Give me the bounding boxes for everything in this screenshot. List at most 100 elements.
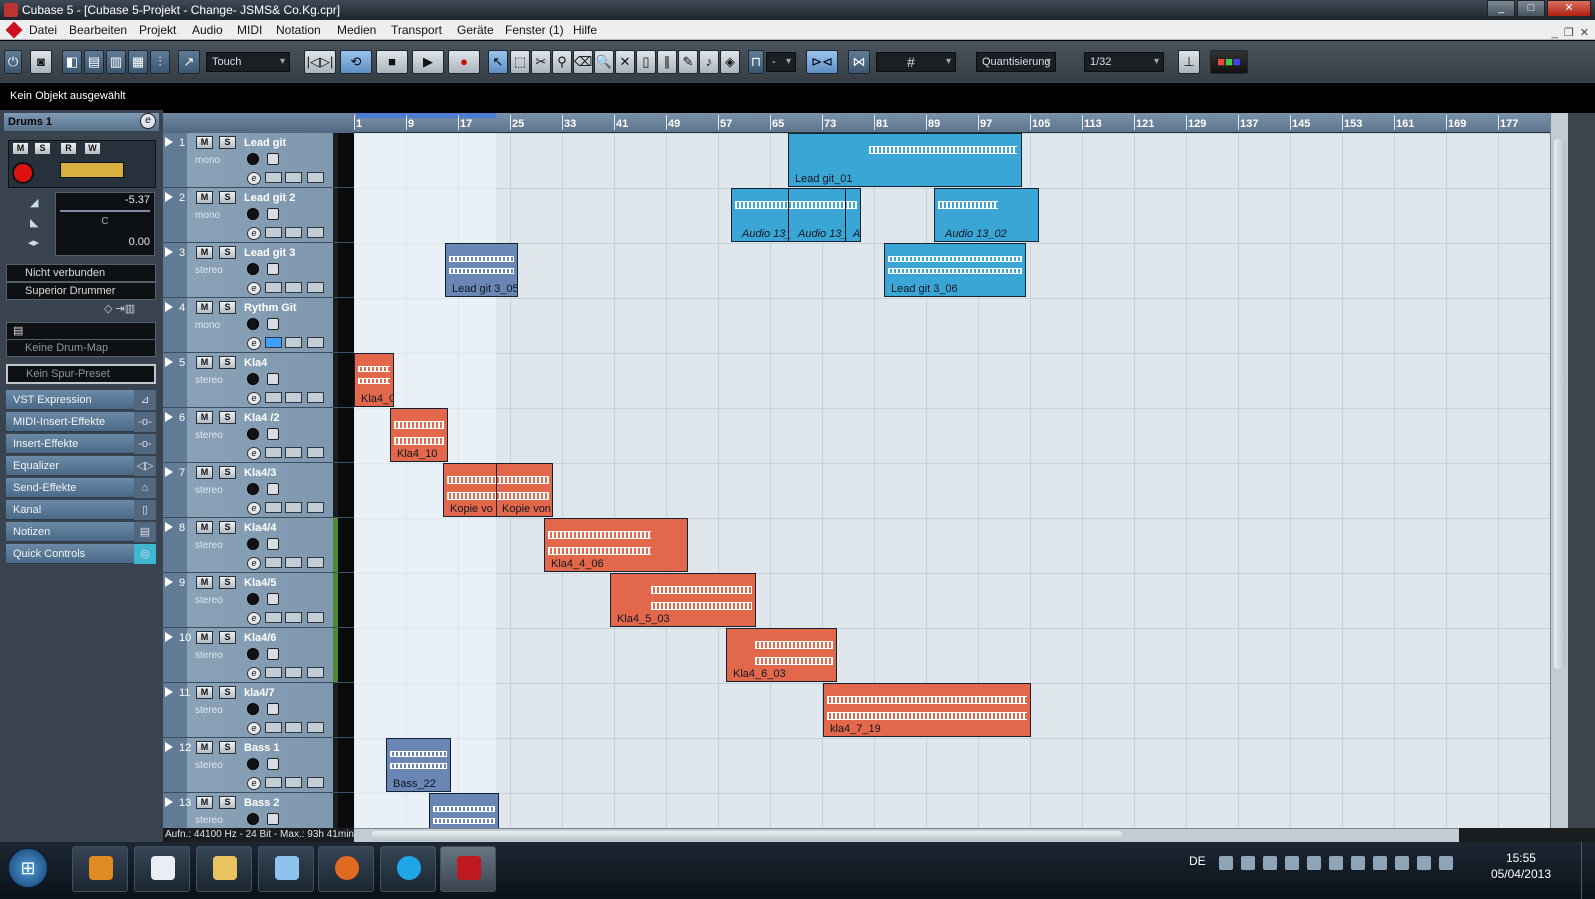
record-enable-button[interactable] [247, 263, 259, 275]
menu-medien[interactable]: Medien [337, 20, 376, 40]
inspector-volume[interactable]: -5.37 [60, 194, 150, 206]
insert-bypass-icon[interactable] [265, 502, 282, 513]
timeline-ruler[interactable]: 1 9 17 25 33 41 49 57 65 73 81 89 97 105 113 121 129 137 1… [353, 113, 1570, 133]
solo-button[interactable]: S [219, 356, 236, 369]
audio-event-kla4-10[interactable]: Kla4_10 [390, 408, 448, 462]
expand-arrow-icon[interactable] [165, 797, 173, 807]
mute-button[interactable]: M [196, 576, 213, 589]
expand-arrow-icon[interactable] [165, 742, 173, 752]
track-name[interactable]: Kla4 /2 [244, 412, 279, 424]
monitor-button[interactable] [267, 703, 279, 715]
taskbar-skype[interactable] [380, 846, 436, 892]
audio-event-kopie-von[interactable]: Kopie vo Kopie von [443, 463, 553, 517]
menu-midi[interactable]: MIDI [237, 20, 262, 40]
zoom-strip[interactable] [1568, 113, 1595, 828]
mute-button[interactable]: M [196, 466, 213, 479]
taskbar-document[interactable] [134, 846, 190, 892]
output-routing-select[interactable]: Superior Drummer [6, 282, 156, 300]
edit-channel-icon[interactable]: e [247, 337, 261, 350]
edit-channel-icon[interactable]: e [247, 722, 261, 735]
mute-button[interactable]: M [196, 741, 213, 754]
automation-mode-icon[interactable]: ↗ [178, 50, 200, 74]
audio-event-bass-2[interactable] [429, 793, 499, 828]
mute-button[interactable]: M [196, 246, 213, 259]
channel-icon[interactable]: ◇ ⇥▥ [104, 302, 135, 315]
edit-channel-icon[interactable]: e [247, 172, 261, 185]
taskbar-explorer[interactable] [196, 846, 252, 892]
show-desktop-button[interactable] [1581, 842, 1595, 899]
monitor-button[interactable] [267, 153, 279, 165]
track-preset-select[interactable]: Kein Spur-Preset [6, 364, 156, 384]
expand-arrow-icon[interactable] [165, 412, 173, 422]
automation-mode-select[interactable]: Touch [206, 52, 290, 72]
section-kanal[interactable]: Kanal ▯ [6, 500, 156, 520]
audio-event-lead-git-3-05[interactable]: Lead git 3_05 [445, 243, 518, 297]
insert-bypass-icon[interactable] [265, 722, 282, 733]
insert-bypass-icon[interactable] [265, 777, 282, 788]
color-palette-icon[interactable]: ■■■ [1210, 50, 1248, 74]
section-send-effects[interactable]: Send-Effekte ⌂ [6, 478, 156, 498]
section-vst-expression[interactable]: VST Expression ⊿ [6, 390, 156, 410]
drum-map-select[interactable]: Keine Drum-Map [6, 339, 156, 357]
record-enable-button[interactable] [247, 538, 259, 550]
sends-bypass-icon[interactable] [307, 447, 324, 458]
expand-arrow-icon[interactable] [165, 577, 173, 587]
solo-button[interactable]: S [219, 466, 236, 479]
expand-arrow-icon[interactable] [165, 632, 173, 642]
go-to-start-button[interactable]: |◁▷| [304, 50, 336, 74]
insert-bypass-icon[interactable] [265, 227, 282, 238]
monitor-button[interactable] [267, 758, 279, 770]
quantize-apply-icon[interactable]: ⊥ [1178, 50, 1200, 74]
taskbar-firefox[interactable] [318, 846, 374, 892]
record-enable-button[interactable] [247, 208, 259, 220]
mdi-restore-icon[interactable]: ❐ [1564, 23, 1574, 43]
play-tool-icon[interactable]: ♪ [699, 50, 719, 74]
mute-button[interactable]: M [196, 686, 213, 699]
menu-bearbeiten[interactable]: Bearbeiten [69, 20, 127, 40]
mute-button[interactable]: M [196, 411, 213, 424]
insert-bypass-icon[interactable] [265, 447, 282, 458]
record-enable-button[interactable] [247, 483, 259, 495]
horizontal-scroll-thumb[interactable] [372, 831, 1122, 841]
snap-zero-crossing-icon[interactable]: ⋈ [848, 50, 870, 74]
expand-arrow-icon[interactable] [165, 357, 173, 367]
monitor-button[interactable] [267, 318, 279, 330]
edit-channel-icon[interactable]: e [247, 447, 261, 460]
monitor-button[interactable] [267, 648, 279, 660]
inspector-mute-button[interactable]: M [12, 142, 29, 155]
track-name[interactable]: Kla4/5 [244, 577, 276, 589]
nudge-select[interactable]: - [766, 52, 796, 72]
audio-event-lead-git-3-06[interactable]: Lead git 3_06 [884, 243, 1026, 297]
split-tool-icon[interactable]: ✂ [531, 50, 551, 74]
inspector-toggle-icon[interactable]: ◧ [62, 50, 82, 74]
mdi-close-icon[interactable]: ✕ [1580, 23, 1589, 43]
mute-button[interactable]: M [196, 796, 213, 809]
zoom-tool-icon[interactable]: 🔍 [594, 50, 614, 74]
mute-tool-icon[interactable]: ✕ [615, 50, 635, 74]
expand-arrow-icon[interactable] [165, 137, 173, 147]
record-enable-button[interactable] [247, 648, 259, 660]
audio-event-kla4-4-06[interactable]: Kla4_4_06 [544, 518, 688, 572]
color-tool-icon[interactable]: ◈ [720, 50, 740, 74]
nudge-icon[interactable]: ⊓ [748, 50, 764, 74]
menu-notation[interactable]: Notation [276, 20, 321, 40]
project-activate-icon[interactable]: ⏻ [4, 50, 22, 74]
solo-button[interactable]: S [219, 796, 236, 809]
tray-icon[interactable] [1351, 856, 1365, 870]
play-button[interactable]: ▶ [412, 50, 444, 74]
sends-bypass-icon[interactable] [307, 612, 324, 623]
monitor-button[interactable] [267, 483, 279, 495]
expand-arrow-icon[interactable] [165, 192, 173, 202]
inspector-delay[interactable]: 0.00 [60, 236, 150, 248]
cycle-locator-range[interactable] [356, 113, 496, 118]
sends-bypass-icon[interactable] [307, 392, 324, 403]
expand-arrow-icon[interactable] [165, 467, 173, 477]
edit-channel-icon[interactable]: e [247, 227, 261, 240]
maximize-button[interactable]: □ [1517, 0, 1545, 17]
track-name[interactable]: kla4/7 [244, 687, 275, 699]
glue-tool-icon[interactable]: ⚲ [552, 50, 572, 74]
edit-channel-icon[interactable]: e [247, 282, 261, 295]
mute-button[interactable]: M [196, 136, 213, 149]
record-enable-button[interactable] [247, 318, 259, 330]
record-enable-button[interactable] [247, 703, 259, 715]
